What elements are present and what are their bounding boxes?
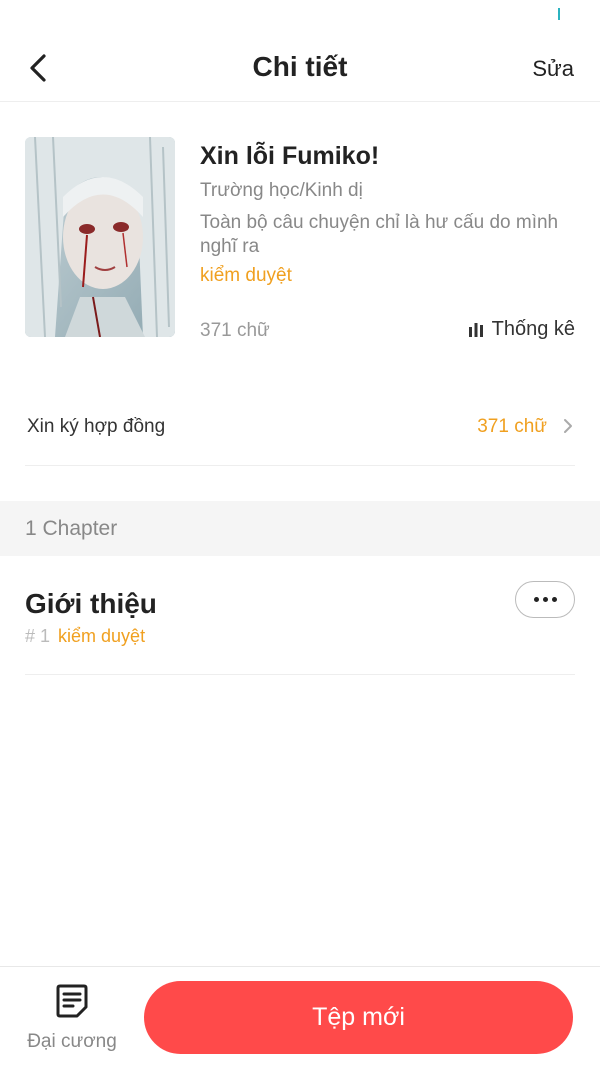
chapter-status: kiểm duyệt [58, 626, 146, 646]
book-card: Xin lỗi Fumiko! Trường học/Kinh dị Toàn … [0, 102, 600, 362]
more-dots-icon [532, 597, 559, 602]
bar-chart-icon [468, 322, 484, 337]
chapter-number: # 1 [25, 626, 51, 646]
outline-button[interactable]: Đại cương [12, 981, 132, 1059]
edit-button[interactable]: Sửa [532, 56, 574, 82]
outline-label: Đại cương [27, 1031, 117, 1052]
book-word-count: 371 chữ [200, 320, 270, 341]
contract-row[interactable]: Xin ký hợp đồng 371 chữ [25, 390, 575, 466]
book-title: Xin lỗi Fumiko! [200, 142, 380, 170]
chevron-right-icon [564, 419, 572, 433]
page-title: Chi tiết [252, 51, 348, 82]
chapter-more-button[interactable] [515, 581, 575, 618]
status-indicator [558, 8, 560, 20]
stats-button[interactable]: Thống kê [468, 318, 575, 341]
nav-bar: Chi tiết Sửa [0, 34, 600, 102]
new-file-button[interactable]: Tệp mới [144, 981, 573, 1054]
document-icon [56, 984, 88, 1018]
chapter-item[interactable]: Giới thiệu # 1 kiểm duyệt [25, 556, 575, 675]
book-cover[interactable] [25, 137, 175, 337]
contract-label: Xin ký hợp đồng [27, 416, 166, 437]
chapter-count: 1 Chapter [25, 517, 118, 540]
chapter-title: Giới thiệu [25, 588, 157, 619]
chapter-section-header: 1 Chapter [0, 501, 600, 556]
status-bar [0, 0, 600, 34]
book-genre: Trường học/Kinh dị [200, 180, 363, 201]
cover-illustration [25, 137, 175, 337]
contract-value: 371 chữ [477, 416, 547, 437]
book-status: kiểm duyệt [200, 265, 292, 286]
chapter-meta: # 1 kiểm duyệt [25, 626, 145, 647]
bottom-bar: Đại cương Tệp mới [0, 966, 600, 1067]
book-description: Toàn bộ câu chuyện chỉ là hư cấu do mình… [200, 212, 559, 257]
stats-label: Thống kê [491, 318, 575, 340]
